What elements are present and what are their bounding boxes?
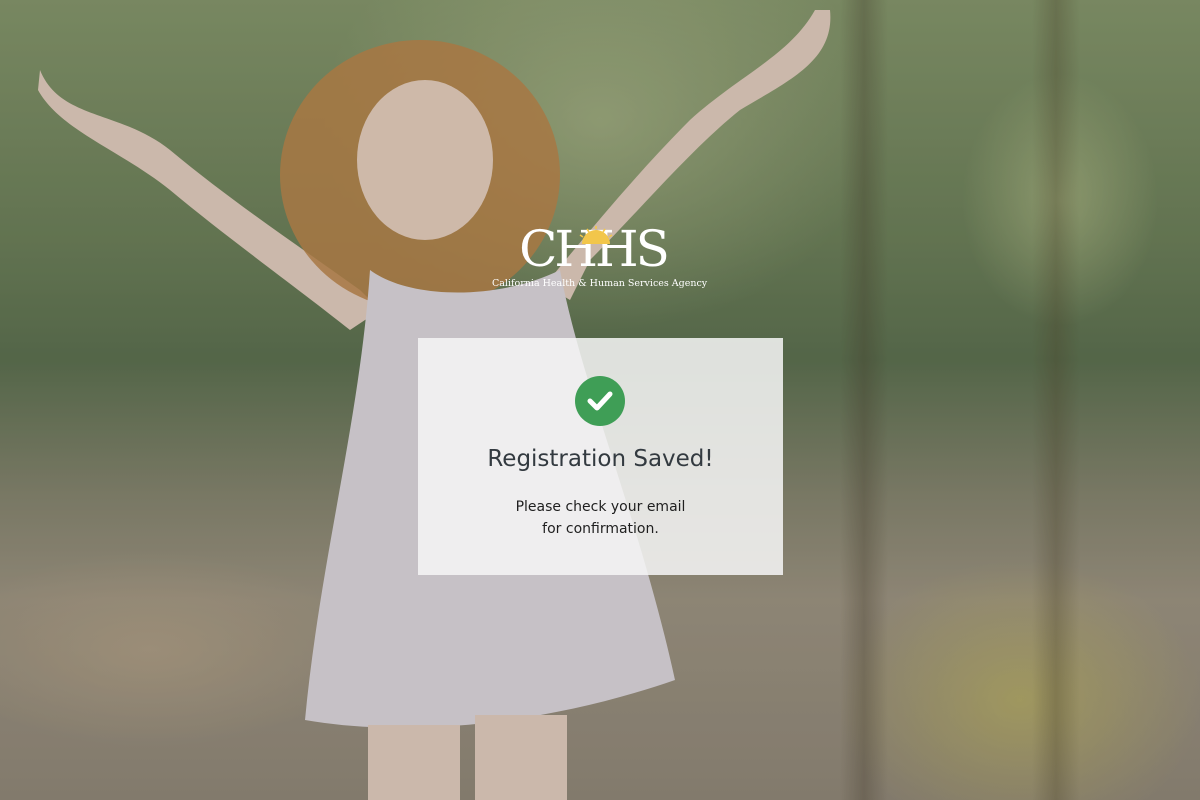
confirmation-title: Registration Saved! (487, 446, 714, 472)
confirmation-card: Registration Saved! Please check your em… (418, 338, 783, 575)
logo-subtitle: California Health & Human Services Agenc… (492, 278, 708, 289)
sun-icon (579, 226, 613, 244)
confirmation-message-line-1: Please check your email (515, 499, 686, 515)
check-circle-icon (575, 376, 625, 426)
confirmation-message-line-2: for confirmation. (542, 521, 659, 537)
chhs-logo: CHHS California Health & Human Services … (492, 222, 708, 294)
confirmation-message: Please check your email for confirmation… (418, 496, 783, 540)
